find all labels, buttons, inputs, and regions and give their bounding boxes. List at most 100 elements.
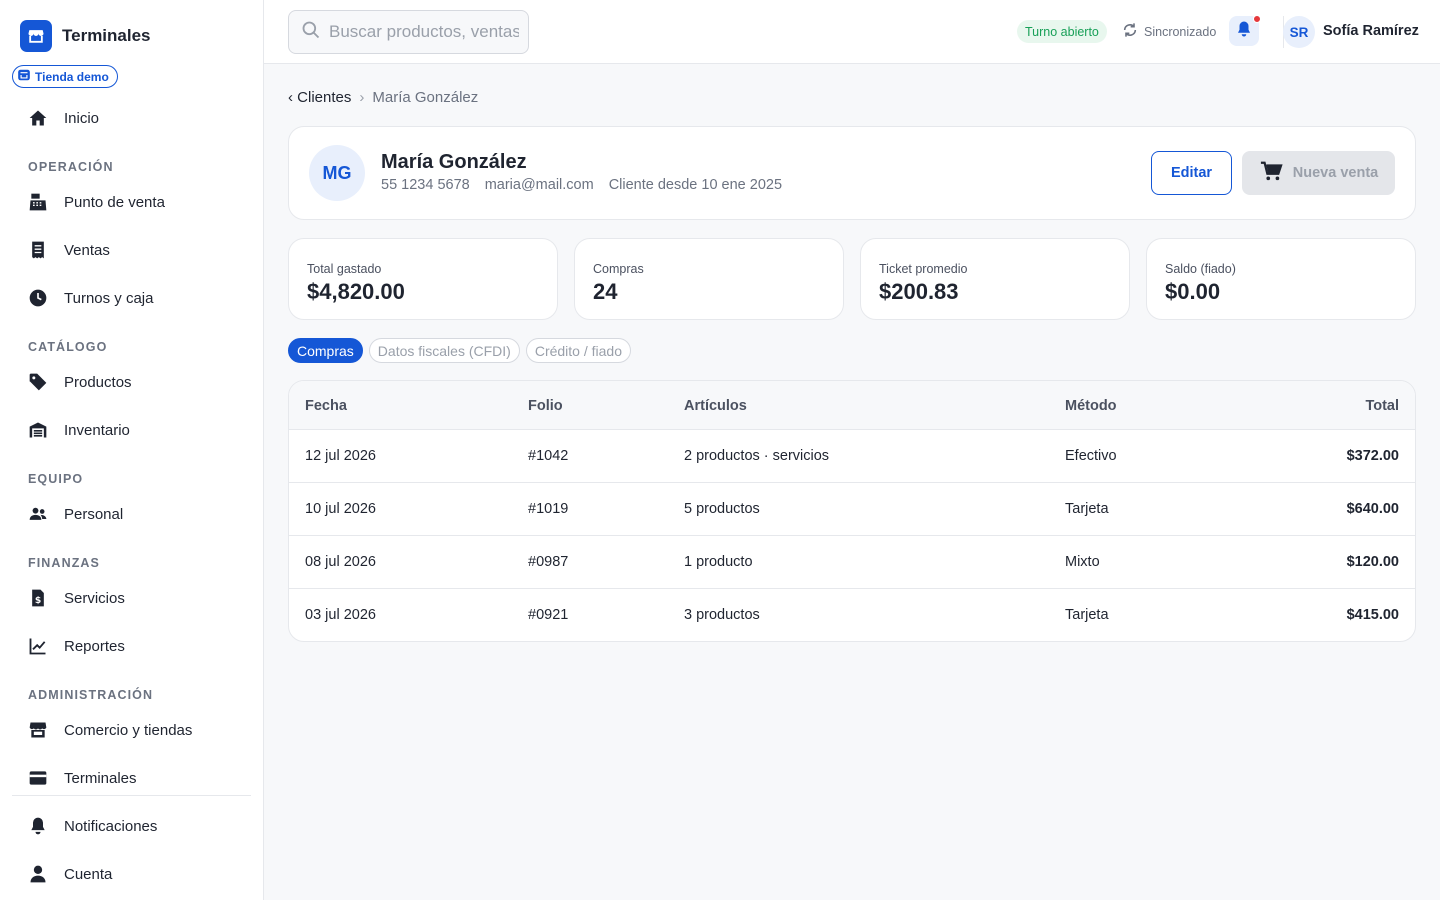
cell-fecha: 12 jul 2026 — [305, 448, 376, 464]
stat-card-total-gastado: Total gastado $4,820.00 — [288, 238, 558, 320]
sidebar-item-inicio[interactable]: Inicio — [28, 106, 99, 130]
table-row[interactable]: 12 jul 2026 #1042 2 productos · servicio… — [289, 430, 1415, 483]
sidebar-item-label: Terminales — [64, 769, 137, 787]
cell-metodo: Efectivo — [1065, 448, 1117, 464]
sidebar-item-label: Ventas — [64, 241, 110, 259]
cell-total: $120.00 — [1346, 554, 1399, 570]
warehouse-icon — [28, 420, 48, 440]
tab-credito-fiado[interactable]: Crédito / fiado — [525, 338, 631, 363]
sidebar-divider — [12, 795, 251, 796]
cart-icon — [1259, 160, 1283, 186]
shift-status-badge: Turno abierto — [1017, 20, 1107, 43]
sidebar-item-terminales[interactable]: Terminales — [28, 766, 137, 790]
user-avatar[interactable]: SR — [1283, 16, 1315, 48]
table-row[interactable]: 10 jul 2026 #1019 5 productos Tarjeta $6… — [289, 483, 1415, 536]
purchases-table: Fecha Folio Artículos Método Total 12 ju… — [288, 380, 1416, 642]
bell-icon — [1235, 20, 1253, 43]
sidebar-item-punto-de-venta[interactable]: Punto de venta — [28, 190, 165, 214]
cell-articulos: 3 productos — [684, 607, 760, 623]
stat-value: $200.83 — [879, 279, 959, 304]
sidebar-item-label: Inventario — [64, 421, 130, 439]
stat-label: Saldo (fiado) — [1165, 262, 1236, 276]
new-sale-label: Nueva venta — [1292, 165, 1379, 181]
customer-profile-card: MG María González 55 1234 5678 maria@mai… — [288, 126, 1416, 220]
search-box[interactable] — [288, 10, 529, 54]
cell-fecha: 08 jul 2026 — [305, 554, 376, 570]
cell-total: $372.00 — [1346, 448, 1399, 464]
cell-total: $640.00 — [1346, 501, 1399, 517]
store-logo-icon — [20, 20, 52, 52]
tab-bar: Compras Datos fiscales (CFDI) Crédito / … — [288, 338, 631, 363]
stat-label: Ticket promedio — [879, 262, 968, 276]
sidebar-item-personal[interactable]: Personal — [28, 502, 123, 526]
brand-name: Terminales — [62, 26, 151, 45]
sidebar-item-servicios[interactable]: $ Servicios — [28, 586, 125, 610]
sync-status-label: Sincronizado — [1144, 24, 1217, 39]
cell-total: $415.00 — [1346, 607, 1399, 623]
tab-compras[interactable]: Compras — [288, 338, 363, 363]
customer-name: María González — [381, 151, 527, 173]
sidebar-item-label: Personal — [64, 505, 124, 523]
sidebar-item-label: Notificaciones — [64, 817, 158, 835]
sidebar-item-productos[interactable]: Productos — [28, 370, 132, 394]
sidebar-item-cuenta[interactable]: Cuenta — [28, 862, 112, 886]
stat-card-ticket-promedio: Ticket promedio $200.83 — [860, 238, 1130, 320]
customer-avatar: MG — [309, 145, 365, 201]
store-icon — [17, 68, 31, 85]
sidebar-item-label: Turnos y caja — [64, 289, 154, 307]
sidebar-item-label: Punto de venta — [64, 193, 165, 211]
sidebar-item-label: Productos — [64, 373, 132, 391]
sidebar-item-turnos[interactable]: Turnos y caja — [28, 286, 153, 310]
table-row[interactable]: 03 jul 2026 #0921 3 productos Tarjeta $4… — [289, 589, 1415, 641]
users-icon — [28, 504, 48, 524]
breadcrumb: ‹ Clientes › María González — [288, 89, 478, 106]
line-chart-icon — [28, 636, 48, 656]
sidebar-item-ventas[interactable]: Ventas — [28, 238, 110, 262]
cell-folio: #1019 — [528, 501, 569, 517]
column-header-articulos[interactable]: Artículos — [684, 398, 747, 414]
breadcrumb-clientes-link[interactable]: ‹ Clientes — [288, 89, 351, 106]
column-header-folio[interactable]: Folio — [528, 398, 563, 414]
sidebar-item-label: Inicio — [64, 109, 100, 127]
column-header-fecha[interactable]: Fecha — [305, 398, 347, 414]
cell-folio: #0987 — [528, 554, 569, 570]
column-header-total[interactable]: Total — [1365, 398, 1399, 414]
table-header: Fecha Folio Artículos Método Total — [289, 381, 1415, 430]
sidebar-item-label: Servicios — [64, 589, 125, 607]
cell-fecha: 03 jul 2026 — [305, 607, 376, 623]
sidebar-section-administracion: ADMINISTRACIÓN — [28, 688, 154, 702]
search-input[interactable] — [329, 22, 519, 42]
column-header-metodo[interactable]: Método — [1065, 398, 1117, 414]
sidebar: Terminales Tienda demo Inicio OPERACIÓN … — [0, 0, 264, 900]
sidebar-item-comercio[interactable]: Comercio y tiendas — [28, 718, 192, 742]
new-sale-button[interactable]: Nueva venta — [1242, 151, 1395, 195]
tag-icon — [28, 372, 48, 392]
table-row[interactable]: 08 jul 2026 #0987 1 producto Mixto $120.… — [289, 536, 1415, 589]
user-name[interactable]: Sofía Ramírez — [1323, 23, 1419, 39]
sidebar-item-inventario[interactable]: Inventario — [28, 418, 130, 442]
credit-card-icon — [28, 768, 48, 788]
cell-fecha: 10 jul 2026 — [305, 501, 376, 517]
receipt-icon — [28, 240, 48, 260]
cell-folio: #1042 — [528, 448, 569, 464]
clock-icon — [28, 288, 48, 308]
store-icon — [28, 720, 48, 740]
store-selector-badge[interactable]: Tienda demo — [12, 65, 118, 88]
sidebar-section-catalogo: CATÁLOGO — [28, 340, 108, 354]
breadcrumb-current: María González — [372, 89, 479, 106]
customer-phone: 55 1234 5678 — [381, 177, 470, 193]
sidebar-section-operacion: OPERACIÓN — [28, 160, 114, 174]
sidebar-item-notificaciones[interactable]: Notificaciones — [28, 814, 157, 838]
sync-icon — [1122, 22, 1138, 41]
tab-datos-fiscales[interactable]: Datos fiscales (CFDI) — [368, 338, 520, 363]
cell-articulos: 1 producto — [684, 554, 753, 570]
user-icon — [28, 864, 48, 884]
sidebar-item-reportes[interactable]: Reportes — [28, 634, 125, 658]
customer-since: Cliente desde 10 ene 2025 — [608, 177, 783, 193]
brand[interactable]: Terminales — [20, 20, 151, 52]
notifications-button[interactable] — [1229, 15, 1261, 46]
invoice-dollar-icon: $ — [28, 588, 48, 608]
stat-value: $0.00 — [1165, 279, 1221, 304]
edit-button[interactable]: Editar — [1151, 151, 1232, 195]
search-icon — [301, 20, 321, 45]
